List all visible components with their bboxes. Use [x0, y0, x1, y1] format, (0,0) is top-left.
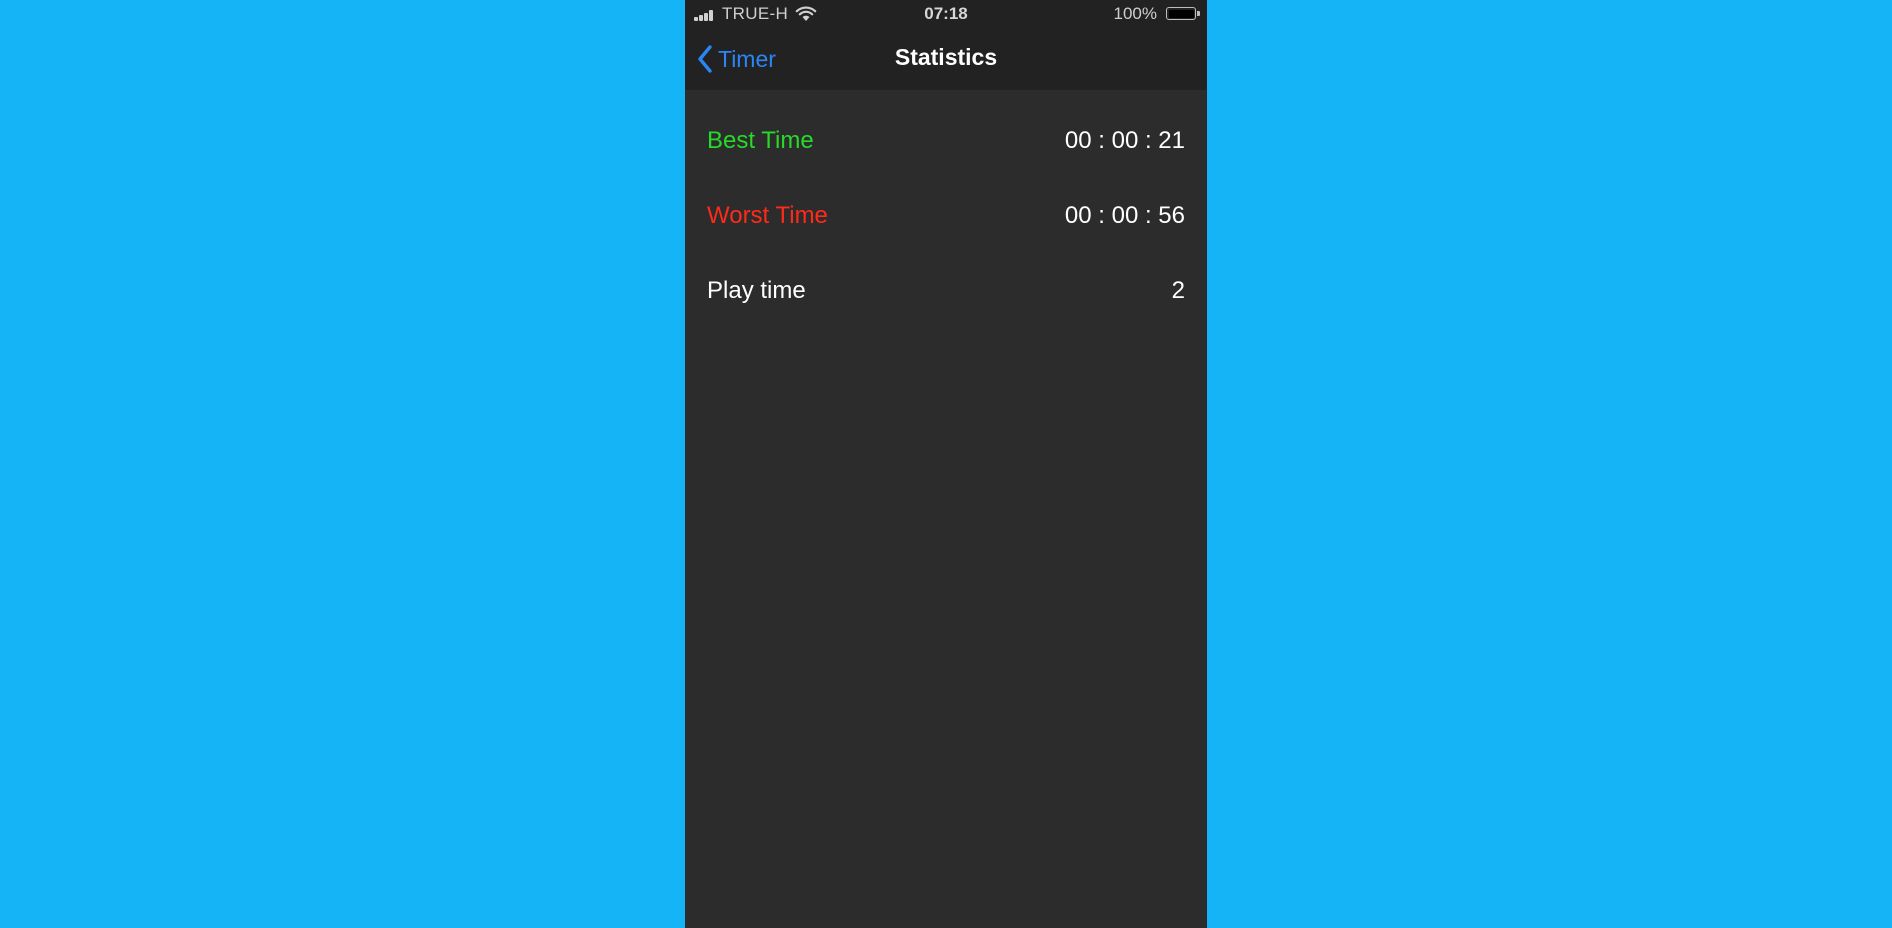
page-title: Statistics: [894, 44, 998, 70]
play-time-value: 2: [1171, 277, 1185, 304]
navigation-bar: Timer Statistics: [685, 28, 1207, 90]
stat-row-worst-time: Worst Time 00 : 00 : 56: [707, 196, 1185, 236]
worst-time-value: 00 : 00 : 56: [1064, 202, 1185, 229]
best-time-value: 00 : 00 : 21: [1064, 127, 1185, 154]
battery-percentage: 100%: [1113, 4, 1157, 23]
stat-row-best-time: Best Time 00 : 00 : 21: [707, 121, 1185, 161]
best-time-label: Best Time: [707, 127, 814, 154]
worst-time-label: Worst Time: [707, 202, 828, 229]
status-bar: TRUE-H 07:18 100%: [685, 0, 1207, 28]
stat-row-play-time: Play time 2: [707, 271, 1185, 311]
phone-screen: TRUE-H 07:18 100% Timer Statistics Best …: [685, 0, 1207, 928]
battery-icon: [1166, 7, 1200, 20]
play-time-label: Play time: [707, 277, 806, 304]
